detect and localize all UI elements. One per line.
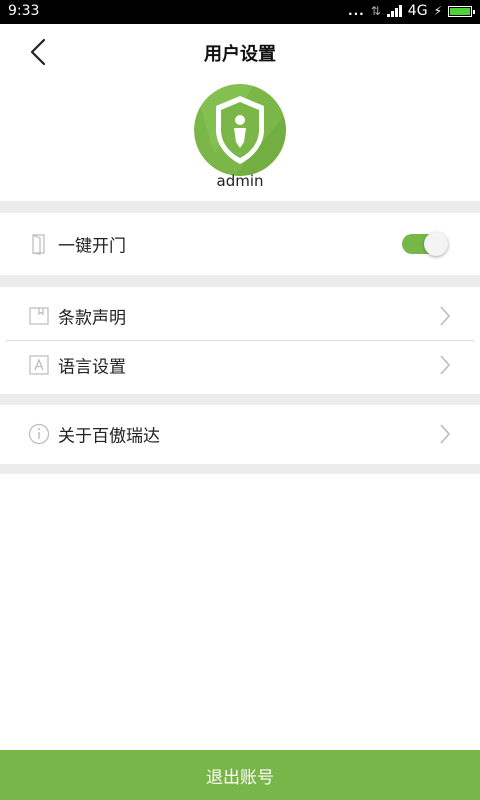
- row-one-key-open: 一键开门: [0, 216, 480, 272]
- language-icon: [28, 354, 50, 376]
- notification-dots: ...: [348, 4, 365, 18]
- section-separator: [0, 394, 480, 405]
- row-about[interactable]: 关于百傲瑞达: [0, 406, 480, 462]
- section-separator: [0, 201, 480, 213]
- logout-button[interactable]: 退出账号: [0, 750, 480, 800]
- signal-icon: [386, 5, 402, 17]
- book-icon: [28, 305, 50, 327]
- page-title: 用户设置: [204, 44, 276, 65]
- row-language[interactable]: 语言设置: [0, 337, 480, 393]
- battery-icon: [448, 5, 475, 17]
- shield-user-icon: [194, 84, 286, 176]
- about-label: 关于百傲瑞达: [58, 426, 160, 447]
- status-bar: 9:33 ... ⇅ 4G ⚡: [0, 0, 480, 24]
- avatar[interactable]: [194, 84, 286, 176]
- data-transfer-icon: ⇅: [370, 4, 381, 18]
- door-icon: [28, 233, 50, 255]
- toggle-knob: [424, 232, 448, 256]
- logout-label: 退出账号: [206, 767, 274, 788]
- row-terms[interactable]: 条款声明: [0, 288, 480, 344]
- terms-label: 条款声明: [58, 308, 126, 329]
- username: admin: [216, 172, 264, 190]
- app-header: 用户设置: [0, 24, 480, 80]
- chevron-right-icon: [440, 355, 451, 375]
- chevron-right-icon: [440, 306, 451, 326]
- info-icon: [28, 423, 50, 445]
- section-separator: [0, 464, 480, 474]
- network-type: 4G: [407, 3, 428, 19]
- section-separator: [0, 275, 480, 287]
- one-key-open-label: 一键开门: [58, 236, 126, 257]
- status-indicators: ... ⇅ 4G ⚡: [348, 3, 475, 19]
- charging-icon: ⚡: [433, 4, 442, 18]
- chevron-right-icon: [440, 424, 451, 444]
- language-label: 语言设置: [58, 357, 126, 378]
- status-time: 9:33: [8, 3, 40, 19]
- one-key-open-toggle[interactable]: [402, 232, 450, 256]
